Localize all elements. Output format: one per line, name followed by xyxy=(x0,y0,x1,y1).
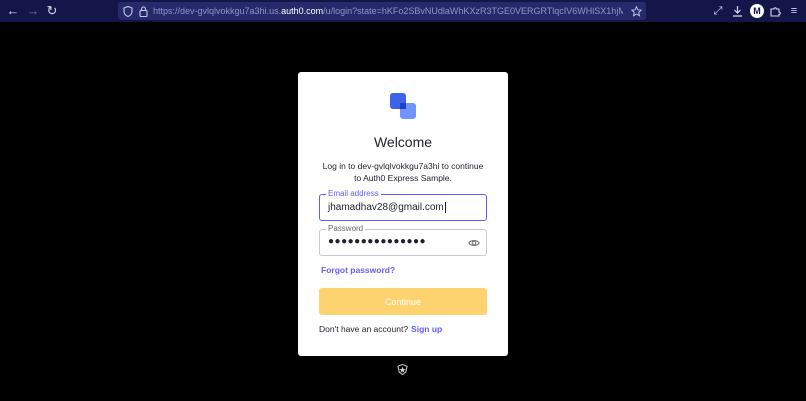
fullscreen-icon[interactable]: ⤢ xyxy=(710,3,726,19)
reload-icon[interactable]: ↻ xyxy=(44,3,60,19)
email-label: Email address xyxy=(326,189,381,199)
app-logo-icon xyxy=(390,93,416,119)
download-icon[interactable] xyxy=(729,3,745,19)
login-card: Welcome Log in to dev-gvlqlvokkgu7a3hi t… xyxy=(298,72,508,356)
email-field[interactable]: Email address jhamadhav28@gmail.com xyxy=(319,189,487,221)
auth0-badge-icon xyxy=(397,364,408,375)
url-text[interactable]: https://dev-gvlqlvokkgu7a3hi.us.auth0.co… xyxy=(153,4,623,18)
shield-icon[interactable] xyxy=(120,3,136,19)
signup-row: Don't have an account? Sign up xyxy=(319,324,442,334)
extensions-icon[interactable] xyxy=(767,3,783,19)
forward-icon[interactable]: → xyxy=(25,3,41,19)
bookmark-star-icon[interactable] xyxy=(628,3,644,19)
continue-button[interactable]: Continue xyxy=(319,288,487,315)
address-bar[interactable]: https://dev-gvlqlvokkgu7a3hi.us.auth0.co… xyxy=(118,2,646,20)
password-input[interactable]: ●●●●●●●●●●●●●●● xyxy=(328,236,426,248)
lock-icon[interactable] xyxy=(135,3,151,19)
login-description: Log in to dev-gvlqlvokkgu7a3hi to contin… xyxy=(322,161,484,183)
back-icon[interactable]: ← xyxy=(5,3,21,19)
show-password-icon[interactable] xyxy=(468,237,480,249)
email-input[interactable]: jhamadhav28@gmail.com xyxy=(328,202,446,214)
forgot-password-link[interactable]: Forgot password? xyxy=(321,265,395,275)
browser-toolbar: ← → ↻ https://dev-gvlqlvokkgu7a3hi.us.au… xyxy=(0,0,806,22)
page-title: Welcome xyxy=(373,134,433,150)
password-field[interactable]: Password ●●●●●●●●●●●●●●● xyxy=(319,224,487,256)
profile-avatar[interactable]: M xyxy=(750,4,764,18)
signup-link[interactable]: Sign up xyxy=(411,324,442,334)
signup-prompt: Don't have an account? xyxy=(319,324,409,334)
password-label: Password xyxy=(326,224,366,234)
menu-icon[interactable]: ≡ xyxy=(786,3,802,19)
